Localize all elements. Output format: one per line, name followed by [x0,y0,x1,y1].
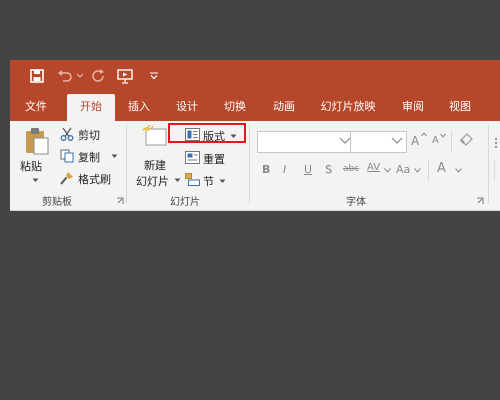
ribbon-tabs: 文件 开始 插入 设计 切换 动画 幻灯片放映 审阅 视图 [10,92,500,121]
tab-insert[interactable]: 插入 [121,92,157,121]
section-button[interactable]: 节 [185,171,241,189]
copy-label: 复制 [78,151,100,164]
reset-button[interactable]: 重置 [185,149,241,167]
redo-icon[interactable] [88,66,108,86]
italic-button[interactable]: I [283,163,286,176]
copy-dropdown-icon[interactable] [111,154,118,159]
reset-icon [185,151,200,164]
font-color-button[interactable]: A [437,161,446,176]
format-painter-label: 格式刷 [78,173,111,186]
undo-dropdown-icon[interactable] [70,66,90,86]
underline-button[interactable]: U [304,163,312,176]
copy-button[interactable]: 复制 [60,147,120,165]
shrink-font-button[interactable]: A [432,135,439,146]
paste-button[interactable]: 粘贴 [17,127,53,187]
divider [428,161,429,181]
section-icon [185,173,200,186]
cut-label: 剪切 [78,129,100,142]
new-slide-icon [142,125,168,151]
section-dropdown-icon [219,179,226,184]
spacing-dropdown-icon [384,168,391,173]
font-color-dropdown-icon [455,168,462,173]
grow-font-icon [421,132,427,137]
section-label: 节 [203,175,214,188]
tab-animations[interactable]: 动画 [266,92,302,121]
scissors-icon [60,127,74,141]
ribbon-home: 粘贴 剪切 复制 格式刷 剪贴板 新建 幻灯片 版式 重置 节 幻灯片 A A … [10,121,500,211]
more-options-icon[interactable] [494,137,498,149]
tab-file[interactable]: 文件 [16,92,56,121]
tab-transitions[interactable]: 切换 [217,92,253,121]
new-slide-label-line2: 幻灯片 [136,175,169,188]
cut-button[interactable]: 剪切 [60,125,120,143]
clipboard-group-label: 剪贴板 [42,197,72,208]
copy-icon [60,149,74,163]
font-size-dropdown[interactable] [350,131,407,153]
character-spacing-button[interactable]: AV [367,162,380,173]
tab-design[interactable]: 设计 [169,92,205,121]
clipboard-launcher-icon[interactable] [116,197,124,205]
powerpoint-window: 文件 开始 插入 设计 切换 动画 幻灯片放映 审阅 视图 粘贴 剪切 复制 格… [10,60,500,211]
divider [494,161,495,181]
clear-formatting-icon[interactable] [458,133,473,148]
tab-home[interactable]: 开始 [67,94,115,121]
paste-dropdown-icon [32,178,39,183]
text-shadow-button[interactable]: S [325,163,332,176]
font-name-dropdown[interactable] [257,131,355,153]
divider [451,131,452,151]
customize-quick-access-icon[interactable] [144,66,164,86]
reset-label: 重置 [203,153,225,166]
divider [249,125,250,203]
layout-highlight-box [168,123,246,143]
start-slideshow-icon[interactable] [115,66,135,86]
title-bar [10,60,500,92]
save-icon[interactable] [27,66,47,86]
clipboard-icon [25,127,49,155]
format-painter-button[interactable]: 格式刷 [60,169,122,187]
chevron-down-icon [391,137,403,145]
tab-review[interactable]: 审阅 [395,92,431,121]
font-launcher-icon[interactable] [476,197,484,205]
bold-button[interactable]: B [262,163,270,176]
tab-view[interactable]: 视图 [442,92,478,121]
divider [488,125,489,203]
case-dropdown-icon [414,168,421,173]
shrink-font-icon [440,133,446,138]
paintbrush-icon [60,171,74,185]
tab-slideshow[interactable]: 幻灯片放映 [312,92,384,121]
font-group-label: 字体 [346,197,366,208]
new-slide-dropdown-icon [174,178,181,183]
divider [126,125,127,203]
new-slide-label-line1: 新建 [144,159,166,172]
paste-label: 粘贴 [20,160,42,173]
change-case-button[interactable]: Aa [396,163,410,176]
grow-font-button[interactable]: A [411,134,419,148]
slides-group-label: 幻灯片 [170,197,200,208]
strikethrough-button[interactable]: abc [343,164,359,174]
